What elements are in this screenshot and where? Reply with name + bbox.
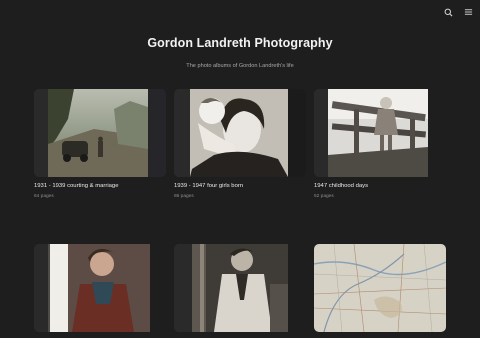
album-card[interactable]: 1947 childhood days 52 pages [314,89,446,199]
album-cover-image[interactable] [174,89,306,177]
album-cover-image[interactable] [314,89,446,177]
page-subtitle: The photo albums of Gordon Landreth's li… [186,63,294,69]
album-cover-image[interactable] [314,244,446,332]
album-card[interactable] [314,244,446,338]
top-toolbar [442,6,474,18]
album-page-count: 52 pages [314,194,334,199]
album-card[interactable]: 1931 - 1939 courting & marriage 64 pages [34,89,166,199]
album-title: 1947 childhood days [314,183,369,189]
album-cover-image[interactable] [174,244,306,332]
album-card[interactable]: 1939 - 1947 four girls born 86 pages [174,89,306,199]
album-grid: 1931 - 1939 courting & marriage 64 pages… [34,89,446,338]
album-page-count: 64 pages [34,194,54,199]
page-header: Gordon Landreth Photography The photo al… [0,36,480,69]
album-cover-image[interactable] [34,89,166,177]
menu-icon[interactable] [462,6,474,18]
search-icon[interactable] [442,6,454,18]
album-title: 1939 - 1947 four girls born [174,183,244,189]
album-cover-image[interactable] [34,244,166,332]
album-card[interactable] [34,244,166,338]
page-title: Gordon Landreth Photography [147,36,333,50]
album-card[interactable] [174,244,306,338]
album-page-count: 86 pages [174,194,194,199]
album-title: 1931 - 1939 courting & marriage [34,183,119,189]
